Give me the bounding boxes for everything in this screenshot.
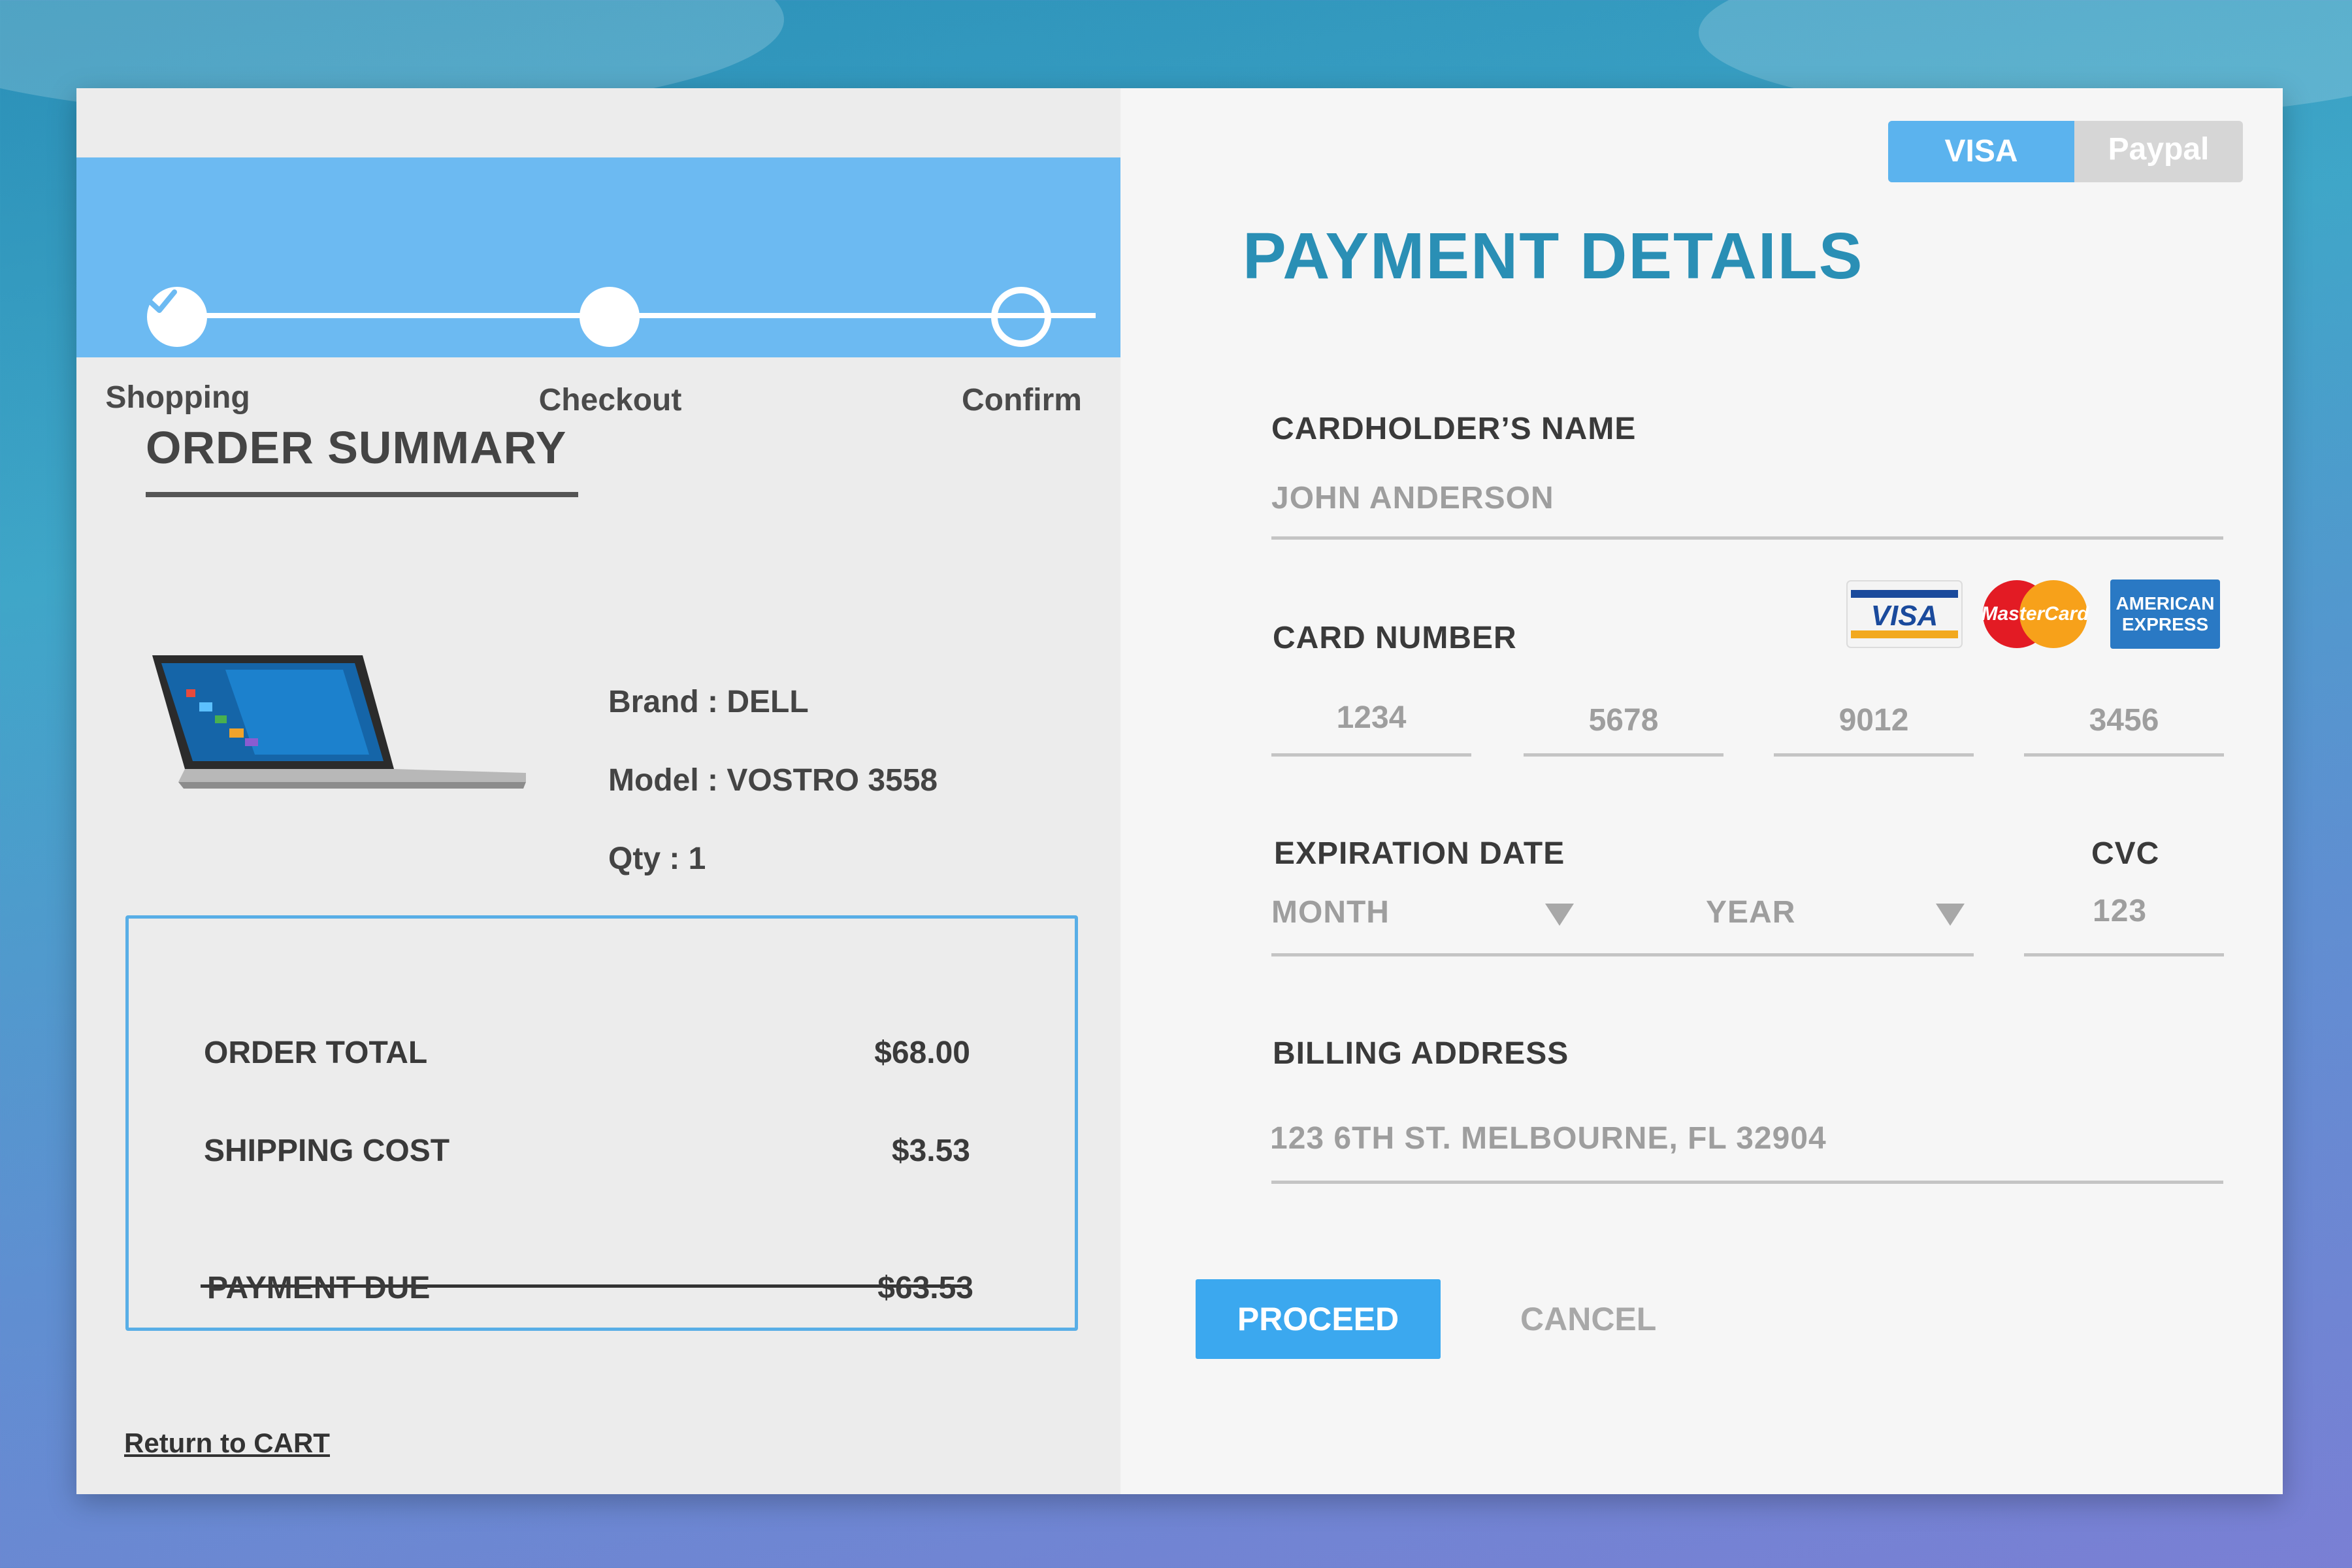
payment-due-label: PAYMENT DUE [207,1271,431,1305]
visa-logo-text: VISA [1871,600,1938,632]
card-number-segment-1[interactable]: 1234 [1271,700,1471,736]
card-segment-underline [1524,753,1723,757]
payment-panel: VISA Paypal PAYMENT DETAILS CARDHOLDER’S… [1120,88,2283,1494]
month-chevron-down-icon[interactable] [1545,904,1574,926]
cancel-button[interactable]: CANCEL [1520,1279,1656,1359]
mastercard-logo-text: MasterCard [1981,603,2089,625]
card-segment-underline [1774,753,1974,757]
check-icon [148,289,177,313]
card-number-segment-4[interactable]: 3456 [2024,702,2224,738]
order-panel: Shopping Checkout Confirm ORDER SUMMARY … [76,88,1181,1494]
order-total-row: ORDER TOTAL $68.00 [204,1035,970,1071]
product-model: Model : VOSTRO 3558 [608,763,938,798]
month-select[interactable]: MONTH [1271,894,1390,930]
cardholder-name-underline [1271,536,2223,540]
step-label-shopping: Shopping [105,380,250,415]
proceed-button[interactable]: PROCEED [1196,1279,1441,1359]
shipping-cost-row: SHIPPING COST $3.53 [204,1133,970,1169]
shipping-cost-label: SHIPPING COST [204,1134,450,1168]
product-brand: Brand : DELL [608,685,809,719]
visa-method-tab[interactable]: VISA [1888,121,2074,182]
order-total-value: $68.00 [874,1036,970,1070]
card-segment-underline [1271,753,1471,757]
payment-due-value: $63.53 [877,1271,973,1305]
mastercard-icon: MasterCard [1981,580,2089,648]
payment-details-title: PAYMENT DETAILS [1243,220,1864,293]
progress-tracker: Shopping Checkout Confirm [76,157,1181,417]
visa-card-icon: VISA [1846,580,1963,648]
billing-address-input[interactable]: 123 6TH ST. MELBOURNE, FL 32904 [1270,1120,1827,1156]
expiration-date-label: EXPIRATION DATE [1274,836,1565,871]
step-checkout-dot [580,287,640,347]
expiration-underline [1271,953,1974,956]
payment-due-row: PAYMENT DUE $63.53 [207,1270,973,1306]
order-summary-title: ORDER SUMMARY [146,422,567,473]
laptop-product-image [152,655,526,789]
billing-address-label: BILLING ADDRESS [1273,1036,1569,1071]
year-chevron-down-icon[interactable] [1936,904,1965,926]
card-number-segment-2[interactable]: 5678 [1524,702,1723,738]
return-to-cart-link[interactable]: Return to CART [124,1428,330,1459]
order-summary-underline [146,492,578,497]
amex-card-icon: AMERICAN EXPRESS [2110,580,2220,649]
amex-logo: AMERICAN EXPRESS [2110,580,2220,649]
mastercard-logo: MasterCard [1976,580,2094,649]
billing-address-underline [1271,1181,2223,1184]
step-label-checkout: Checkout [538,383,682,417]
visa-logo: VISA [1846,580,1963,649]
card-number-label: CARD NUMBER [1273,621,1517,655]
product-qty: Qty : 1 [608,841,706,876]
checkout-card: Shopping Checkout Confirm ORDER SUMMARY … [76,88,2283,1494]
order-total-label: ORDER TOTAL [204,1036,428,1070]
paypal-method-tab[interactable]: Paypal [2074,121,2243,182]
step-shopping-dot [147,287,207,347]
card-segment-underline [2024,753,2224,757]
cvc-underline [2024,953,2224,956]
shipping-cost-value: $3.53 [891,1134,970,1168]
cardholder-name-label: CARDHOLDER’S NAME [1271,412,1637,446]
amex-logo-line1: AMERICAN [2116,593,2215,613]
cardholder-name-input[interactable]: JOHN ANDERSON [1271,480,1554,516]
amex-logo-line2: EXPRESS [2122,614,2208,634]
step-label-confirm: Confirm [962,383,1082,417]
year-select[interactable]: YEAR [1706,894,1795,930]
order-totals-box: ORDER TOTAL $68.00 SHIPPING COST $3.53 P… [125,915,1078,1331]
card-number-segment-3[interactable]: 9012 [1774,702,1974,738]
payment-method-toggle: VISA Paypal [1888,121,2243,182]
cvc-input[interactable]: 123 [2093,893,2147,929]
step-confirm-dot [991,287,1051,347]
cvc-label: CVC [2091,836,2160,871]
